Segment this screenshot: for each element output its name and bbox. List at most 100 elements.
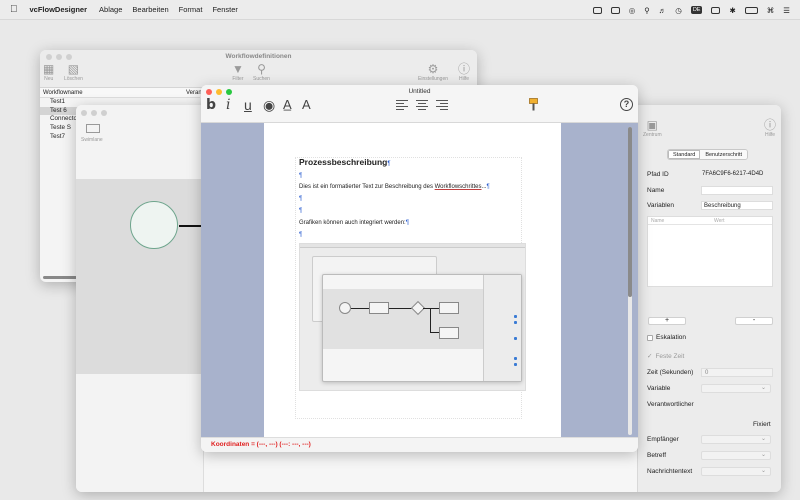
vertical-scrollbar[interactable]: [628, 127, 632, 435]
document-heading[interactable]: Prozessbeschreibung¶: [299, 157, 391, 167]
control-center-icon[interactable]: ☰: [783, 6, 790, 15]
remove-variable-button[interactable]: -: [735, 317, 773, 325]
pfad-id-label: Pfad ID: [647, 171, 669, 178]
color-palette-icon[interactable]: ◉: [263, 97, 275, 114]
airplay-icon[interactable]: ◎: [629, 6, 636, 15]
battery-icon[interactable]: [744, 6, 758, 14]
menu-app-name[interactable]: vcFlowDesigner: [30, 5, 88, 14]
thumb-task-node: [439, 302, 459, 314]
editor-title: Untitled: [408, 88, 431, 95]
search-icon[interactable]: ⚲: [644, 6, 650, 15]
thumb-line: [351, 308, 369, 309]
add-variable-button[interactable]: +: [648, 317, 686, 325]
variable-popup[interactable]: ⌄: [701, 384, 771, 393]
center-button[interactable]: ▣ Zentrum: [643, 118, 662, 138]
clock-icon[interactable]: ◷: [675, 6, 682, 15]
align-left-icon[interactable]: [396, 100, 408, 110]
menu-format[interactable]: Format: [179, 5, 203, 14]
paragraph-mark: ¶: [299, 196, 303, 202]
screen-icon[interactable]: [610, 6, 620, 14]
font-size-icon[interactable]: A̲: [283, 97, 292, 112]
new-button[interactable]: ▦ Neu: [43, 62, 54, 82]
settings-button[interactable]: ⚙ Einstellungen: [418, 62, 448, 82]
variables-table[interactable]: Name Wert: [647, 216, 773, 287]
delete-button[interactable]: ▧ Löschen: [64, 62, 83, 82]
wifi-icon[interactable]: ⌘: [767, 6, 775, 15]
filter-icon: ▼: [232, 62, 244, 76]
column-header-name: Name: [651, 218, 665, 224]
display-icon[interactable]: [592, 6, 602, 14]
pfad-id-value: 7FA6C9F6-6217-4D4D: [702, 171, 764, 177]
variablen-field[interactable]: Beschreibung: [701, 201, 773, 210]
editor-toolbar: Untitled b i u ◉ A̲ A ?: [201, 85, 638, 123]
workflow-window-titlebar: Workflowdefinitionen ▦ Neu ▧ Löschen ▼ F…: [40, 50, 477, 88]
designer-canvas[interactable]: Swimlane: [76, 105, 204, 492]
checkbox-box: [647, 334, 653, 341]
document-line-2[interactable]: Grafiken können auch integriert werden:¶: [299, 220, 409, 226]
workflowschritt-link[interactable]: Workflowschrittes: [435, 184, 482, 190]
italic-button[interactable]: i: [226, 97, 230, 113]
apple-icon[interactable]: : [10, 4, 18, 15]
search-button[interactable]: ⚲ Suchen: [253, 62, 270, 82]
format-painter-icon[interactable]: [529, 98, 538, 111]
thumb-task-node: [369, 302, 389, 314]
thumb-blue-mark: [514, 321, 517, 324]
nachrichtentext-popup[interactable]: ⌄: [701, 467, 771, 476]
editor-help-icon[interactable]: ?: [620, 98, 633, 111]
volume-icon[interactable]: ♬: [659, 6, 667, 15]
tab-benutzerschritt[interactable]: Benutzerschritt: [700, 150, 748, 159]
keyboard-icon[interactable]: [711, 6, 721, 14]
horizontal-scrollbar[interactable]: [43, 276, 77, 279]
column-header-wert: Wert: [714, 218, 725, 224]
underline-button[interactable]: u: [244, 97, 252, 113]
swimlane-icon[interactable]: [86, 124, 100, 133]
filter-button[interactable]: ▼ Filter: [232, 62, 244, 82]
betreff-popup[interactable]: ⌄: [701, 451, 771, 460]
column-header-workflowname[interactable]: Workflowname: [43, 90, 83, 96]
zeit-field[interactable]: 0: [701, 368, 773, 377]
help-button[interactable]: ⓘ Hilfe: [458, 62, 470, 82]
magnifier-icon: ⚲: [257, 62, 266, 76]
embedded-screenshot-image[interactable]: [299, 243, 526, 391]
bluetooth-icon[interactable]: ✱: [729, 6, 735, 15]
window-title: Workflowdefinitionen: [225, 53, 292, 60]
bold-button[interactable]: b: [206, 97, 216, 113]
verantwortlicher-label: Verantwortlicher: [647, 401, 694, 408]
document-line-1[interactable]: Dies ist ein formatierter Text zur Besch…: [299, 184, 490, 190]
properties-panel: ▣ Zentrum ⓘ Hilfe Standard Benutzerschri…: [637, 105, 781, 492]
properties-help-button[interactable]: ⓘ Hilfe: [764, 118, 776, 138]
checkmark-icon: ✓: [647, 353, 653, 360]
editor-document-area[interactable]: Prozessbeschreibung¶ ¶ Dies ist ein form…: [201, 123, 638, 437]
menu-ablage[interactable]: Ablage: [99, 5, 122, 14]
minimize-button[interactable]: [91, 110, 97, 116]
close-button[interactable]: [81, 110, 87, 116]
menu-fenster[interactable]: Fenster: [212, 5, 237, 14]
scrollbar-thumb[interactable]: [628, 127, 632, 297]
designer-window-controls: [81, 110, 107, 116]
thumb-menubar: [300, 244, 525, 248]
thumb-line: [389, 308, 413, 309]
menu-bearbeiten[interactable]: Bearbeiten: [132, 5, 168, 14]
help-icon: ⓘ: [764, 118, 777, 132]
input-source-badge[interactable]: DE: [690, 6, 703, 14]
thumb-window-front: [322, 274, 522, 382]
thumb-line: [423, 308, 439, 309]
variables-table-header: Name Wert: [648, 217, 772, 225]
empfaenger-popup[interactable]: ⌄: [701, 435, 771, 444]
feste-zeit-checkbox[interactable]: ✓ Feste Zeit: [647, 352, 684, 361]
start-node[interactable]: [130, 201, 178, 249]
tab-standard[interactable]: Standard: [668, 150, 701, 159]
fixiert-label: Fixiert: [753, 421, 771, 428]
thumb-properties: [483, 275, 521, 381]
align-center-icon[interactable]: [416, 100, 428, 110]
swimlane-label: Swimlane: [81, 137, 103, 143]
name-field[interactable]: [701, 186, 773, 195]
align-right-icon[interactable]: [436, 100, 448, 110]
thumb-line: [430, 308, 431, 332]
font-style-icon[interactable]: A: [302, 97, 311, 112]
eskalation-checkbox[interactable]: Eskalation: [647, 334, 686, 341]
property-tabs: Standard Benutzerschritt: [667, 149, 749, 160]
variable-label: Variable: [647, 385, 671, 392]
document-page[interactable]: Prozessbeschreibung¶ ¶ Dies ist ein form…: [264, 123, 561, 437]
zoom-button[interactable]: [101, 110, 107, 116]
